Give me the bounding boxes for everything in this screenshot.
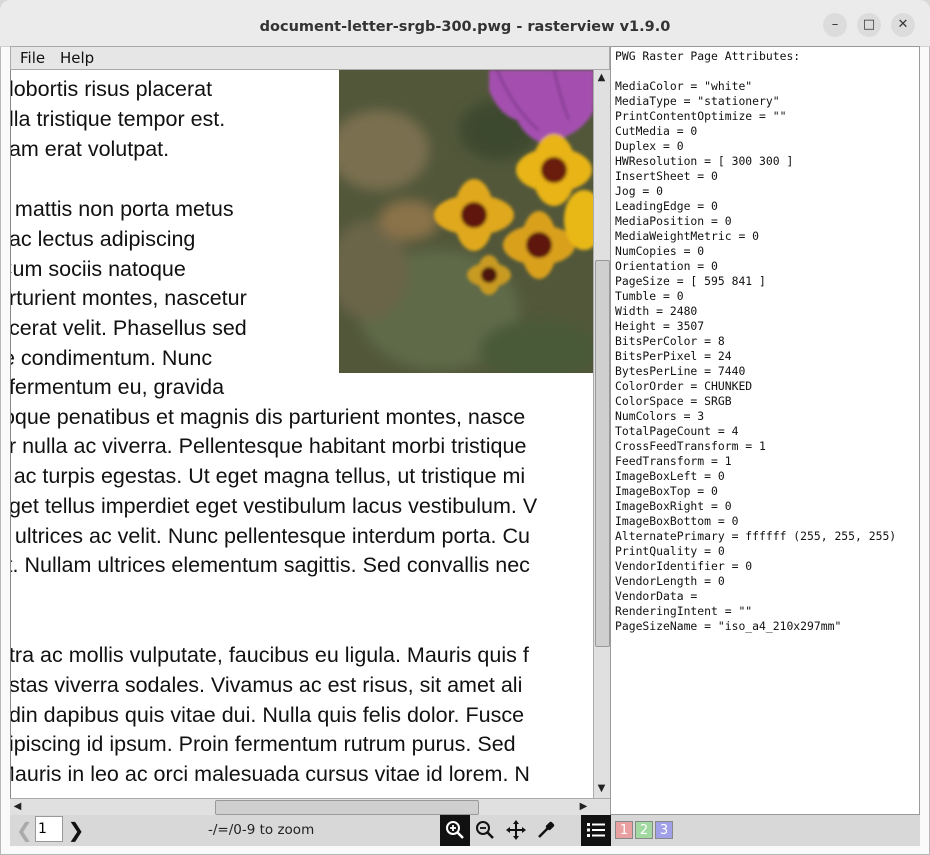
app-window: document-letter-srgb-300.pwg - rastervie… [0, 0, 930, 855]
pan-move-icon[interactable] [504, 818, 528, 844]
attribute-item: VendorData = [615, 589, 698, 603]
attribute-item: ColorSpace = SRGB [615, 394, 732, 408]
scroll-right-icon[interactable]: ▶ [576, 799, 591, 814]
horizontal-scroll-thumb[interactable] [215, 800, 479, 815]
attribute-item: CutMedia = 0 [615, 124, 698, 138]
page-viewer[interactable]: t lobortis risus placerat ulla tristique … [10, 70, 594, 798]
menu-help[interactable]: Help [60, 49, 94, 67]
close-button[interactable]: ✕ [891, 13, 915, 37]
attribute-item: MediaWeightMetric = 0 [615, 229, 760, 243]
document-line: t, ultrices ac velit. Nunc pellentesque … [10, 524, 530, 548]
document-line: e mattis non porta metus [10, 197, 234, 221]
page-badge-3[interactable]: 3 [655, 821, 673, 839]
document-line: Cum sociis natoque [10, 257, 186, 281]
document-line: toque penatibus et magnis dis parturient… [10, 405, 526, 429]
menu-bar: File Help [10, 46, 610, 70]
previous-page-icon[interactable]: ❮ [16, 818, 33, 844]
document-line: eget tellus imperdiet eget vestibulum la… [10, 494, 538, 518]
attribute-item: PageSize = [ 595 841 ] [615, 274, 766, 288]
attribute-item: RenderingIntent = "" [615, 604, 753, 618]
vertical-scrollbar[interactable]: ▲ ▼ [593, 70, 610, 798]
document-line: s ac turpis egestas. Ut eget magna tellu… [10, 464, 526, 488]
window-title: document-letter-srgb-300.pwg - rastervie… [259, 19, 671, 35]
flower-photo [339, 70, 594, 373]
document-line: t fermentum eu, gravida [10, 375, 225, 399]
attribute-item: Tumble = 0 [615, 289, 684, 303]
page-number-input[interactable] [35, 816, 63, 842]
attribute-item: FeedTransform = 1 [615, 454, 732, 468]
attribute-item: Duplex = 0 [615, 139, 684, 153]
attribute-item: BitsPerColor = 8 [615, 334, 725, 348]
document-line: ar nulla ac viverra. Pellentesque habita… [10, 434, 527, 458]
document-line: lit. Nullam ultrices elementum sagittis.… [10, 553, 530, 577]
document-line: arturient montes, nascetur [10, 286, 247, 310]
attribute-item: PrintQuality = 0 [615, 544, 725, 558]
zoom-hint: -/=/0-9 to zoom [208, 822, 315, 838]
menu-file[interactable]: File [20, 49, 45, 67]
attribute-item: AlternatePrimary = ffffff (255, 255, 255… [615, 529, 897, 543]
attribute-item: Width = 2480 [615, 304, 698, 318]
attribute-item: CrossFeedTransform = 1 [615, 439, 766, 453]
attribute-item: TotalPageCount = 4 [615, 424, 739, 438]
bottom-toolbar: ❮ ❯ -/=/0-9 to zoom 123 [10, 815, 920, 846]
title-bar: document-letter-srgb-300.pwg - rastervie… [0, 0, 930, 47]
attribute-item: HWResolution = [ 300 300 ] [615, 154, 794, 168]
attribute-item: PageSizeName = "iso_a4_210x297mm" [615, 619, 842, 633]
attribute-item: VendorLength = 0 [615, 574, 725, 588]
attributes-panel: PWG Raster Page Attributes: MediaColor =… [610, 46, 920, 815]
attribute-item: MediaColor = "white" [615, 79, 753, 93]
attribute-item: ImageBoxBottom = 0 [615, 514, 739, 528]
attribute-item: Height = 3507 [615, 319, 705, 333]
attribute-item: BytesPerLine = 7440 [615, 364, 746, 378]
vertical-scroll-thumb[interactable] [595, 260, 610, 647]
maximize-button[interactable]: □ [857, 13, 881, 37]
attribute-item: BitsPerPixel = 24 [615, 349, 732, 363]
document-line: t lobortis risus placerat [10, 77, 213, 101]
attribute-item: InsertSheet = 0 [615, 169, 718, 183]
attribute-item: PrintContentOptimize = "" [615, 109, 787, 123]
document-line: estas viverra sodales. Vivamus ac est ri… [10, 673, 523, 697]
horizontal-scrollbar[interactable]: ◀ ▶ [10, 798, 610, 815]
color-picker-icon[interactable] [534, 818, 558, 844]
page-badge-1[interactable]: 1 [615, 821, 633, 839]
attribute-item: NumCopies = 0 [615, 244, 705, 258]
attribute-item: MediaType = "stationery" [615, 94, 780, 108]
document-line: udin dapibus quis vitae dui. Nulla quis … [10, 703, 525, 727]
document-line: t ac lectus adipiscing [10, 227, 196, 251]
attribute-item: ColorOrder = CHUNKED [615, 379, 753, 393]
document-line: ulla tristique tempor est. [10, 107, 226, 131]
document-line: dipiscing id ipsum. Proin fermentum rutr… [10, 732, 516, 756]
attribute-item: Jog = 0 [615, 184, 664, 198]
attributes-header: PWG Raster Page Attributes: [615, 49, 801, 63]
attribute-item: VendorIdentifier = 0 [615, 559, 753, 573]
zoom-in-icon[interactable] [440, 815, 470, 846]
attribute-item: LeadingEdge = 0 [615, 199, 718, 213]
scroll-left-icon[interactable]: ◀ [10, 799, 25, 814]
page-badge-2[interactable]: 2 [635, 821, 653, 839]
document-line: te condimentum. Nunc [10, 346, 213, 370]
document-line: acerat velit. Phasellus sed [10, 316, 247, 340]
main-area: File Help t lobortis risus placerat ulla … [10, 46, 920, 846]
attribute-item: Orientation = 0 [615, 259, 718, 273]
minimize-button[interactable]: – [823, 13, 847, 37]
attribute-item: NumColors = 3 [615, 409, 705, 423]
attribute-item: MediaPosition = 0 [615, 214, 732, 228]
attribute-item: ImageBoxRight = 0 [615, 499, 732, 513]
flower-photo-image [339, 70, 594, 373]
attribute-item: ImageBoxTop = 0 [615, 484, 718, 498]
attributes-list-icon[interactable] [581, 815, 611, 846]
scroll-down-icon[interactable]: ▼ [594, 781, 609, 796]
document-line: Mauris in leo ac orci malesuada cursus v… [10, 762, 530, 786]
attribute-item: ImageBoxLeft = 0 [615, 469, 725, 483]
document-line: uam erat volutpat. [10, 137, 170, 161]
document-line: etra ac mollis vulputate, faucibus eu li… [10, 643, 529, 667]
scroll-up-icon[interactable]: ▲ [594, 70, 609, 85]
zoom-out-icon[interactable] [473, 818, 497, 844]
next-page-icon[interactable]: ❯ [67, 818, 85, 844]
